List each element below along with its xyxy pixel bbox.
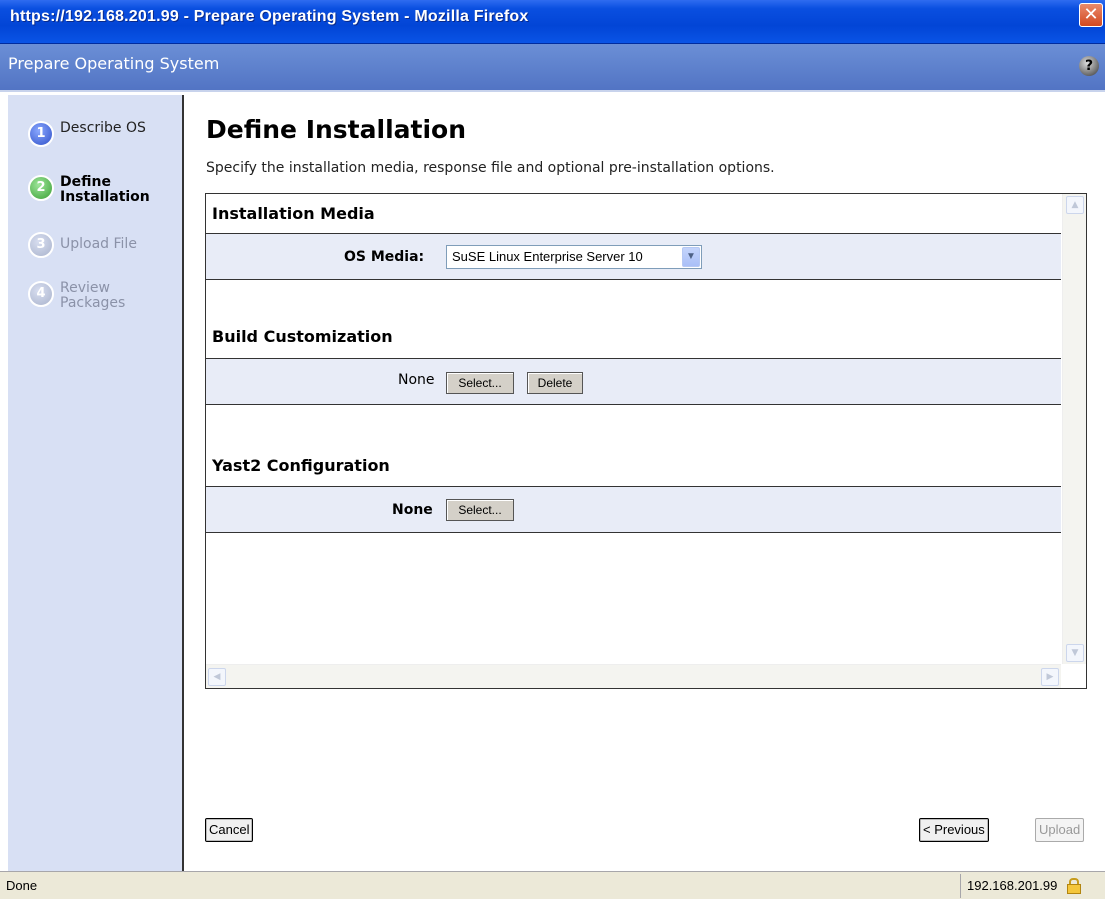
status-bar: Done 192.168.201.99 — [0, 871, 1105, 899]
scroll-up-icon[interactable]: ▲ — [1066, 196, 1084, 214]
app-header: Prepare Operating System ? — [0, 44, 1105, 92]
cancel-button[interactable]: Cancel — [205, 818, 254, 842]
window-title: https://192.168.201.99 - Prepare Operati… — [10, 8, 529, 25]
yast2-configuration-row: None Select... — [206, 486, 1061, 533]
wizard-sidebar: 1 Describe OS 2 Define Installation 3 Up… — [8, 95, 184, 871]
step-label: Review Packages — [60, 280, 126, 311]
page-description: Specify the installation media, response… — [206, 160, 775, 176]
help-icon[interactable]: ? — [1079, 56, 1099, 76]
build-customization-select-button[interactable]: Select... — [446, 372, 514, 394]
window-titlebar: https://192.168.201.99 - Prepare Operati… — [0, 0, 1105, 44]
build-customization-delete-button[interactable]: Delete — [527, 372, 583, 394]
upload-button: Upload — [1035, 818, 1085, 842]
os-media-selected-value: SuSE Linux Enterprise Server 10 — [452, 249, 643, 264]
status-host: 192.168.201.99 — [960, 874, 1085, 898]
wizard-step-review-packages: 4 Review Packages — [28, 281, 150, 311]
lock-icon[interactable] — [1067, 878, 1081, 894]
scroll-left-icon[interactable]: ◀ — [208, 668, 226, 686]
yast2-select-button[interactable]: Select... — [446, 499, 514, 521]
step-label: Define Installation — [60, 174, 150, 205]
step-number-icon: 3 — [28, 232, 54, 258]
step-number-icon: 2 — [28, 175, 54, 201]
step-label: Describe OS — [60, 120, 146, 136]
close-icon[interactable]: ✕ — [1079, 3, 1103, 27]
os-media-row: OS Media: SuSE Linux Enterprise Server 1… — [206, 233, 1061, 280]
wizard-step-define-installation: 2 Define Installation — [28, 175, 170, 205]
vertical-scrollbar[interactable]: ▲ ▼ — [1062, 194, 1086, 664]
installation-options-panel: Installation Media OS Media: SuSE Linux … — [205, 193, 1087, 689]
os-media-label: OS Media: — [344, 249, 425, 265]
scroll-right-icon[interactable]: ▶ — [1041, 668, 1059, 686]
yast2-configuration-heading: Yast2 Configuration — [212, 456, 390, 475]
step-label: Upload File — [60, 236, 137, 252]
build-customization-heading: Build Customization — [212, 327, 393, 346]
installation-media-heading: Installation Media — [212, 204, 375, 223]
wizard-step-describe-os[interactable]: 1 Describe OS — [28, 121, 150, 147]
status-host-label: 192.168.201.99 — [967, 878, 1058, 893]
horizontal-scrollbar[interactable]: ◀ ▶ — [206, 664, 1061, 688]
yast2-configuration-value: None — [392, 502, 433, 518]
os-media-select[interactable]: SuSE Linux Enterprise Server 10 ▼ — [446, 245, 702, 269]
build-customization-row: None Select... Delete — [206, 358, 1061, 405]
scroll-down-icon[interactable]: ▼ — [1066, 644, 1084, 662]
step-number-icon: 1 — [28, 121, 54, 147]
wizard-step-upload-file: 3 Upload File — [28, 232, 180, 258]
app-title: Prepare Operating System — [8, 54, 220, 73]
chevron-down-icon[interactable]: ▼ — [682, 247, 700, 267]
step-number-icon: 4 — [28, 281, 54, 307]
build-customization-value: None — [398, 372, 435, 388]
page-title: Define Installation — [206, 115, 466, 144]
status-text: Done — [6, 878, 38, 893]
previous-button[interactable]: < Previous — [919, 818, 989, 842]
